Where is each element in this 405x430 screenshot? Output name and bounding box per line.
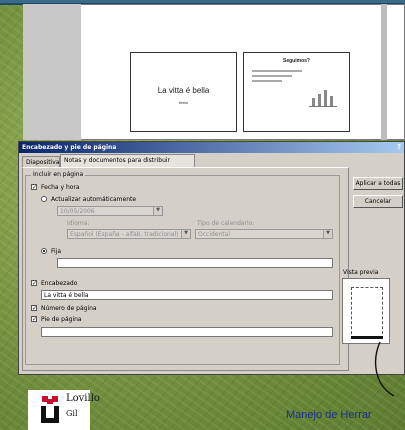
date-format-select[interactable]: 10/05/2006 ▼: [57, 206, 163, 216]
fecha-hora-label: Fecha y hora: [41, 184, 80, 191]
fija-label: Fija: [51, 248, 62, 255]
logo-text-line2: Gil: [66, 409, 78, 418]
university-logo-icon: [41, 396, 59, 423]
fecha-hora-checkbox[interactable]: ✓: [31, 184, 37, 191]
chevron-down-icon: ▼: [181, 230, 190, 238]
calendario-label: Tipo de calendario:: [197, 220, 255, 227]
numero-pagina-label: Número de página: [41, 305, 97, 312]
slide-sorter-scrollbar[interactable]: [381, 4, 387, 140]
slide-thumbnail-1[interactable]: La vitta é bella texto: [130, 52, 237, 132]
fija-input[interactable]: [57, 258, 333, 268]
dialog-title-bar[interactable]: Encabezado y pie de página ?: [19, 142, 404, 153]
encabezado-checkbox[interactable]: ✓: [31, 280, 37, 287]
slide-2-bullets: [252, 70, 302, 85]
help-icon[interactable]: ?: [397, 143, 401, 151]
preview-footer-bar: [351, 336, 383, 339]
page-preview: [342, 278, 390, 344]
apply-all-button[interactable]: Aplicar a todas: [353, 177, 403, 190]
idioma-label: Idioma:: [67, 220, 90, 227]
preview-page-outline: [351, 287, 383, 339]
chevron-down-icon: ▼: [323, 230, 332, 238]
calendario-select[interactable]: Occidental ▼: [195, 229, 333, 239]
tab-notas-documentos[interactable]: Notas y documentos para distribuir: [60, 154, 195, 167]
actualizar-label: Actualizar automáticamente: [51, 196, 137, 203]
date-value: 10/05/2006: [60, 208, 95, 215]
cancel-button[interactable]: Cancelar: [353, 195, 403, 208]
calendario-value: Occidental: [198, 231, 230, 238]
callout-arrow: [374, 341, 395, 397]
idioma-value: Español (España - alfab. tradicional): [70, 231, 179, 238]
dialog-title: Encabezado y pie de página: [22, 144, 117, 151]
encabezado-input[interactable]: La vitta é bella: [41, 290, 333, 300]
idioma-select[interactable]: Español (España - alfab. tradicional) ▼: [67, 229, 191, 239]
tab-diapositiva[interactable]: Diapositiva: [22, 156, 60, 167]
slide-1-subtitle: texto: [179, 100, 188, 105]
logo-text-line1: Lovillo: [66, 393, 100, 404]
slide-2-title: Seguimos?: [283, 58, 310, 64]
fija-radio[interactable]: [41, 248, 47, 254]
preview-label: Vista previa: [343, 269, 379, 276]
group-label: Incluir en página: [31, 171, 86, 178]
chevron-down-icon: ▼: [153, 207, 162, 215]
slide-sorter-margin: [23, 4, 81, 140]
numero-pagina-checkbox[interactable]: ✓: [31, 305, 37, 312]
footer-caption: Manejo de Herrar: [286, 409, 372, 421]
actualizar-radio[interactable]: [41, 196, 47, 202]
slide-thumbnail-2[interactable]: Seguimos?: [243, 52, 350, 132]
pie-pagina-label: Pie de página: [41, 316, 82, 323]
slide-1-title: La vitta é bella: [157, 86, 210, 95]
pie-pagina-checkbox[interactable]: ✓: [31, 316, 37, 323]
encabezado-label: Encabezado: [41, 280, 78, 287]
slide-2-chart-icon: [309, 87, 337, 107]
pie-pagina-input[interactable]: [41, 327, 333, 337]
